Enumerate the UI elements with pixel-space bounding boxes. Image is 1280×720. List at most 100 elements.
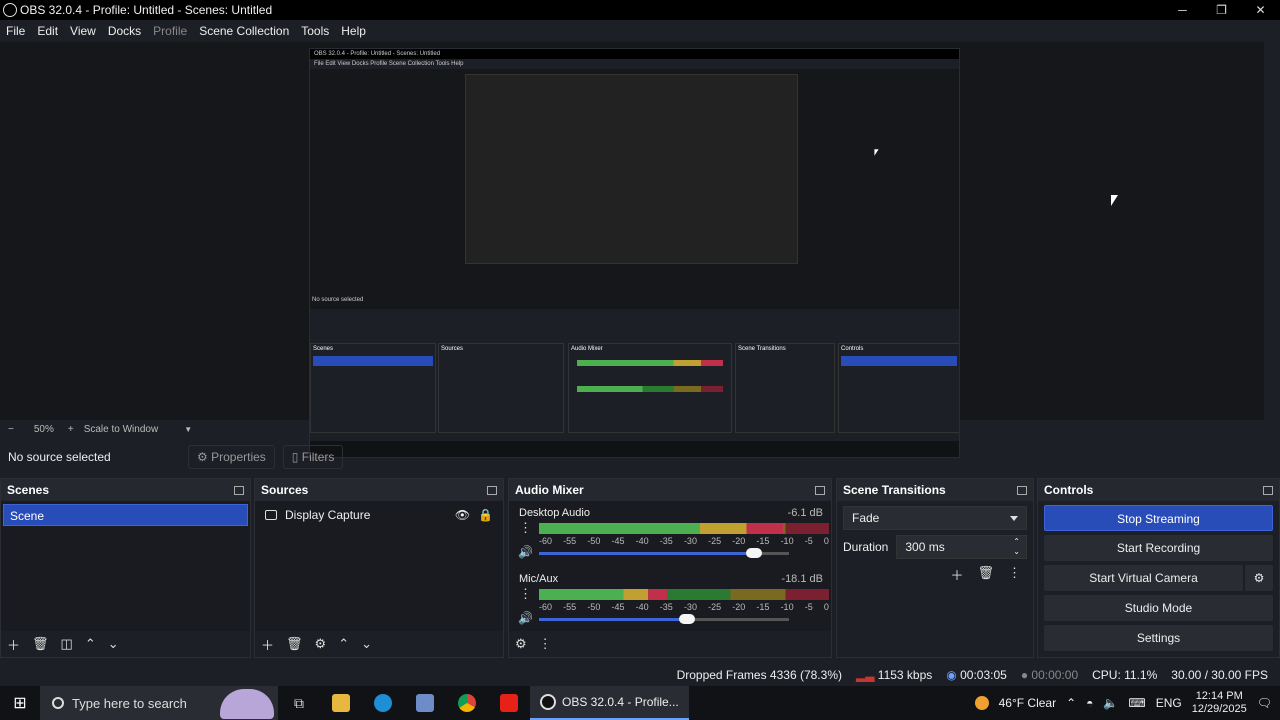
zoom-out-button[interactable]: − [8,424,14,435]
eye-icon[interactable]: 👁 [455,504,470,526]
preview-scrollbar[interactable] [1264,42,1280,420]
undock-icon[interactable] [234,485,244,495]
trash-icon[interactable]: 🗑 [32,636,49,652]
meter-tick: -5 [804,536,813,546]
list-item[interactable]: Display Capture 👁 🔒 [257,504,501,526]
properties-label: Properties [211,450,266,464]
trash-icon[interactable]: 🗑 [977,565,994,584]
start-virtual-camera-button[interactable]: Start Virtual Camera [1044,565,1243,591]
broadcast-icon: ◉ [946,668,961,682]
app-icon[interactable] [404,686,446,720]
minimize-button[interactable]: ─ [1163,0,1202,20]
stream-time-value: 00:03:05 [960,668,1007,682]
maximize-button[interactable]: ❐ [1202,0,1241,20]
meter-tick: -15 [756,602,770,612]
speaker-icon[interactable]: 🔊 [518,611,533,625]
filter-icon: ▯ [291,450,302,464]
studio-mode-button[interactable]: Studio Mode [1044,595,1273,621]
meter-tick: 0 [823,536,829,546]
stream-time: ◉ 00:03:05 [946,668,1007,682]
more-vertical-icon[interactable]: ⋮ [519,587,532,600]
transitions-title: Scene Transitions [843,483,946,497]
obs-taskbar-button[interactable]: OBS 32.0.4 - Profile... [530,686,689,720]
preview-canvas[interactable]: OBS 32.0.4 - Profile: Untitled - Scenes:… [0,42,1264,458]
chevron-up-icon[interactable]: ⌃ [338,636,349,652]
slider-knob[interactable] [746,548,762,558]
stop-streaming-button[interactable]: Stop Streaming [1044,505,1273,531]
gear-icon[interactable]: ⚙ [315,636,327,652]
transition-value: Fade [852,511,880,525]
channel-db: -6.1 dB [787,507,823,519]
undock-icon[interactable] [1017,485,1027,495]
notification-icon[interactable]: 🗨 [1257,696,1272,710]
add-icon[interactable]: ＋ [950,565,963,584]
speaker-icon[interactable]: 🔊 [518,545,533,559]
youtube-icon[interactable] [488,686,530,720]
network-icon[interactable]: ◓ [1086,696,1093,710]
scale-mode-select[interactable]: Scale to Window [84,424,158,435]
start-recording-button[interactable]: Start Recording [1044,535,1273,561]
close-button[interactable]: ✕ [1241,0,1280,20]
clock[interactable]: 12:14 PM 12/29/2025 [1192,690,1247,716]
gear-icon[interactable]: ⚙ [515,636,527,652]
add-icon[interactable]: ＋ [261,635,274,654]
undock-icon[interactable] [815,485,825,495]
undock-icon[interactable] [487,485,497,495]
gear-icon[interactable]: ⚙ [1245,565,1273,591]
volume-icon[interactable]: 🔈 [1103,696,1118,710]
keyboard-icon[interactable]: ⌨ [1128,696,1145,710]
trash-icon[interactable]: 🗑 [286,636,303,652]
chevron-down-icon[interactable]: ▼ [184,425,192,434]
chevron-down-icon[interactable]: ⌄ [361,636,372,652]
menu-file[interactable]: File [0,24,31,38]
duration-spinbox[interactable]: 300 ms ⌃ ⌄ [896,535,1027,559]
zoom-in-button[interactable]: + [68,424,74,435]
meter-tick: -30 [683,536,697,546]
menu-profile[interactable]: Profile [147,24,193,38]
chevron-up-icon[interactable]: ⌃ [85,636,96,652]
list-item[interactable]: Scene [3,504,248,526]
more-vertical-icon[interactable]: ⋮ [1008,565,1021,584]
edge-icon[interactable] [362,686,404,720]
more-vertical-icon[interactable]: ⋮ [539,636,552,652]
volume-slider[interactable] [539,614,789,624]
file-explorer-icon[interactable] [320,686,362,720]
spin-arrows-icon[interactable]: ⌃ ⌄ [1013,537,1020,557]
volume-slider[interactable] [539,548,789,558]
menu-docks[interactable]: Docks [102,24,147,38]
settings-button[interactable]: Settings [1044,625,1273,651]
filters-button[interactable]: ▯ Filters [282,445,344,469]
menu-tools[interactable]: Tools [295,24,335,38]
menu-help[interactable]: Help [335,24,372,38]
menu-scene-collection[interactable]: Scene Collection [193,24,295,38]
meter-tick: -60 [539,602,553,612]
meter-tick: -40 [635,602,649,612]
menu-view[interactable]: View [64,24,102,38]
meter-fill [539,589,667,600]
slider-rest [686,618,789,621]
weather-text[interactable]: 46°F Clear [999,696,1057,710]
properties-button[interactable]: ⚙ Properties [188,445,275,469]
sources-list: Display Capture 👁 🔒 [255,501,503,631]
monitor-icon [265,510,277,520]
taskbar-search[interactable]: Type here to search [40,686,278,720]
transition-select[interactable]: Fade [843,506,1027,530]
windows-start-icon[interactable]: ⊞ [0,693,40,713]
menu-edit[interactable]: Edit [31,24,64,38]
chevron-up-icon[interactable]: ⌃ [1066,696,1076,710]
meter-tick: -45 [611,602,625,612]
lock-icon[interactable]: 🔒 [478,504,493,526]
slider-knob[interactable] [678,614,695,624]
undock-icon[interactable] [1263,485,1273,495]
mini-nested-preview [465,74,798,264]
more-vertical-icon[interactable]: ⋮ [519,521,532,534]
task-view-icon[interactable]: ⧉ [278,686,320,720]
add-icon[interactable]: ＋ [7,635,20,654]
chrome-icon[interactable] [446,686,488,720]
language[interactable]: ENG [1156,696,1182,710]
audio-mixer-dock: Audio Mixer Desktop Audio -6.1 dB ⋮ -60-… [508,478,832,658]
filter-icon[interactable]: ◫ [61,636,73,652]
clock-date: 12/29/2025 [1191,703,1247,715]
chevron-down-icon[interactable]: ⌄ [108,636,119,652]
meter-tick: -35 [659,602,673,612]
